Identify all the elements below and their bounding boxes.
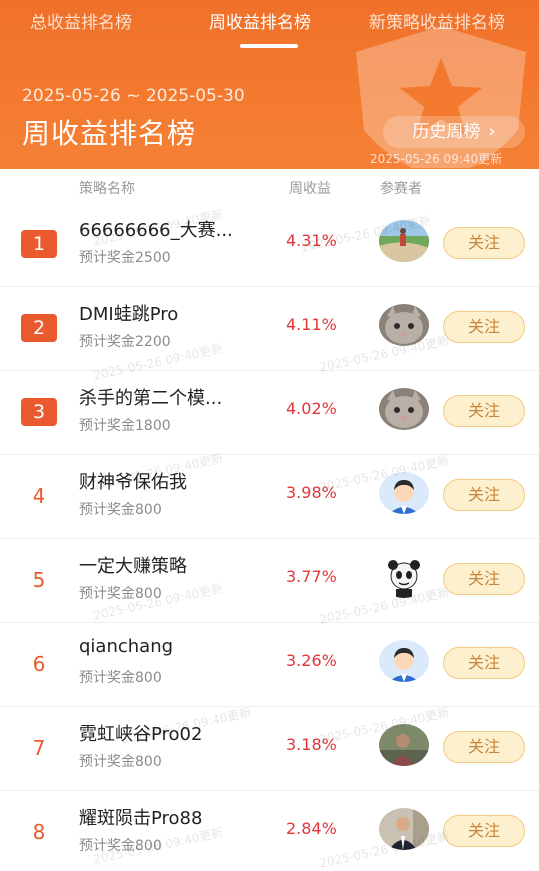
- weekly-return-value: 4.11%: [286, 315, 337, 334]
- estimated-prize: 预计奖金2500: [79, 250, 171, 266]
- tab-new-strategy-return[interactable]: 新策略收益排名榜: [369, 10, 505, 36]
- strategy-name[interactable]: 财神爷保佑我: [79, 468, 269, 494]
- estimated-prize: 预计奖金800: [79, 670, 162, 686]
- follow-button[interactable]: 关注: [443, 395, 525, 427]
- weekly-return-value: 4.31%: [286, 231, 337, 250]
- follow-button[interactable]: 关注: [443, 647, 525, 679]
- strategy-name[interactable]: 杀手的第二个模...: [79, 384, 269, 410]
- cartoon-man-avatar[interactable]: [379, 640, 429, 682]
- follow-button[interactable]: 关注: [443, 311, 525, 343]
- column-header-strategy: 策略名称: [79, 181, 135, 197]
- weekly-return-value: 3.18%: [286, 735, 337, 754]
- weekly-return-value: 2.84%: [286, 819, 337, 838]
- ranking-row[interactable]: 8 耀斑陨击Pro88 预计奖金800 2.84% 关注 2025-05-26 …: [0, 791, 539, 871]
- weekly-return-value: 3.26%: [286, 651, 337, 670]
- strategy-name[interactable]: 耀斑陨击Pro88: [79, 804, 269, 830]
- ranking-row[interactable]: 1 66666666_大赛... 预计奖金2500 4.31% 关注 2025-…: [0, 203, 539, 287]
- strategy-name[interactable]: DMI蛙跳Pro: [79, 300, 269, 326]
- follow-button[interactable]: 关注: [443, 815, 525, 847]
- ranking-row[interactable]: 6 qianchang 预计奖金800 3.26% 关注: [0, 623, 539, 707]
- ranking-list: 1 66666666_大赛... 预计奖金2500 4.31% 关注 2025-…: [0, 203, 539, 871]
- estimated-prize: 预计奖金800: [79, 754, 162, 770]
- rank-number: 5: [32, 568, 46, 592]
- ranking-row[interactable]: 7 霓虹峡谷Pro02 预计奖金800 3.18% 关注 2025-05-26 …: [0, 705, 539, 791]
- cat-avatar[interactable]: [379, 304, 429, 346]
- tab-bar: 总收益排名榜 周收益排名榜 新策略收益排名榜: [0, 0, 539, 50]
- update-timestamp: 2025-05-26 09:40更新: [370, 152, 503, 166]
- page-title: 周收益排名榜: [22, 117, 197, 150]
- rank-badge: 3: [21, 398, 57, 426]
- column-header-participant: 参赛者: [380, 181, 422, 197]
- date-range: 2025-05-26 ~ 2025-05-30: [22, 86, 245, 106]
- history-weekly-button[interactable]: 历史周榜 ›: [383, 116, 525, 148]
- estimated-prize: 预计奖金1800: [79, 418, 171, 434]
- estimated-prize: 预计奖金2200: [79, 334, 171, 350]
- man-in-suit-avatar[interactable]: [379, 808, 429, 850]
- follow-button[interactable]: 关注: [443, 479, 525, 511]
- strategy-name[interactable]: 霓虹峡谷Pro02: [79, 720, 269, 746]
- landscape-photo-avatar[interactable]: [379, 220, 429, 262]
- tab-weekly-return[interactable]: 周收益排名榜: [209, 10, 311, 36]
- page-header: 总收益排名榜 周收益排名榜 新策略收益排名榜 2025-05-26 ~ 2025…: [0, 0, 539, 169]
- strategy-name[interactable]: 一定大赚策略: [79, 552, 269, 578]
- follow-button[interactable]: 关注: [443, 731, 525, 763]
- rank-number: 6: [32, 652, 46, 676]
- estimated-prize: 预计奖金800: [79, 502, 162, 518]
- rank-badge: 2: [21, 314, 57, 342]
- tab-total-return[interactable]: 总收益排名榜: [30, 10, 132, 36]
- rank-number: 7: [32, 736, 46, 760]
- history-button-label: 历史周榜: [412, 122, 481, 142]
- rank-badge: 1: [21, 230, 57, 258]
- ranking-row[interactable]: 3 杀手的第二个模... 预计奖金1800 4.02% 关注: [0, 371, 539, 455]
- weekly-return-value: 4.02%: [286, 399, 337, 418]
- chevron-right-icon: ›: [488, 121, 496, 142]
- ranking-row[interactable]: 2 DMI蛙跳Pro 预计奖金2200 4.11% 关注 2025-05-26 …: [0, 287, 539, 383]
- weekly-return-value: 3.98%: [286, 483, 337, 502]
- column-headers: 策略名称 周收益 参赛者: [0, 169, 539, 203]
- follow-button[interactable]: 关注: [443, 227, 525, 259]
- person-photo-avatar[interactable]: [379, 724, 429, 766]
- cat-avatar[interactable]: [379, 388, 429, 430]
- column-header-weekly-return: 周收益: [289, 181, 331, 197]
- cartoon-man-avatar[interactable]: [379, 472, 429, 514]
- rank-number: 8: [32, 820, 46, 844]
- ranking-row[interactable]: 4 财神爷保佑我 预计奖金800 3.98% 关注 2025-05-26 09:…: [0, 451, 539, 539]
- panda-meme-avatar[interactable]: [379, 556, 429, 598]
- active-tab-indicator: [240, 44, 298, 48]
- follow-button[interactable]: 关注: [443, 563, 525, 595]
- rank-number: 4: [32, 484, 46, 508]
- strategy-name[interactable]: qianchang: [79, 636, 269, 657]
- ranking-row[interactable]: 5 一定大赚策略 预计奖金800 3.77% 关注 2025-05-26 09:…: [0, 539, 539, 627]
- estimated-prize: 预计奖金800: [79, 586, 162, 602]
- estimated-prize: 预计奖金800: [79, 838, 162, 854]
- strategy-name[interactable]: 66666666_大赛...: [79, 216, 269, 242]
- weekly-return-value: 3.77%: [286, 567, 337, 586]
